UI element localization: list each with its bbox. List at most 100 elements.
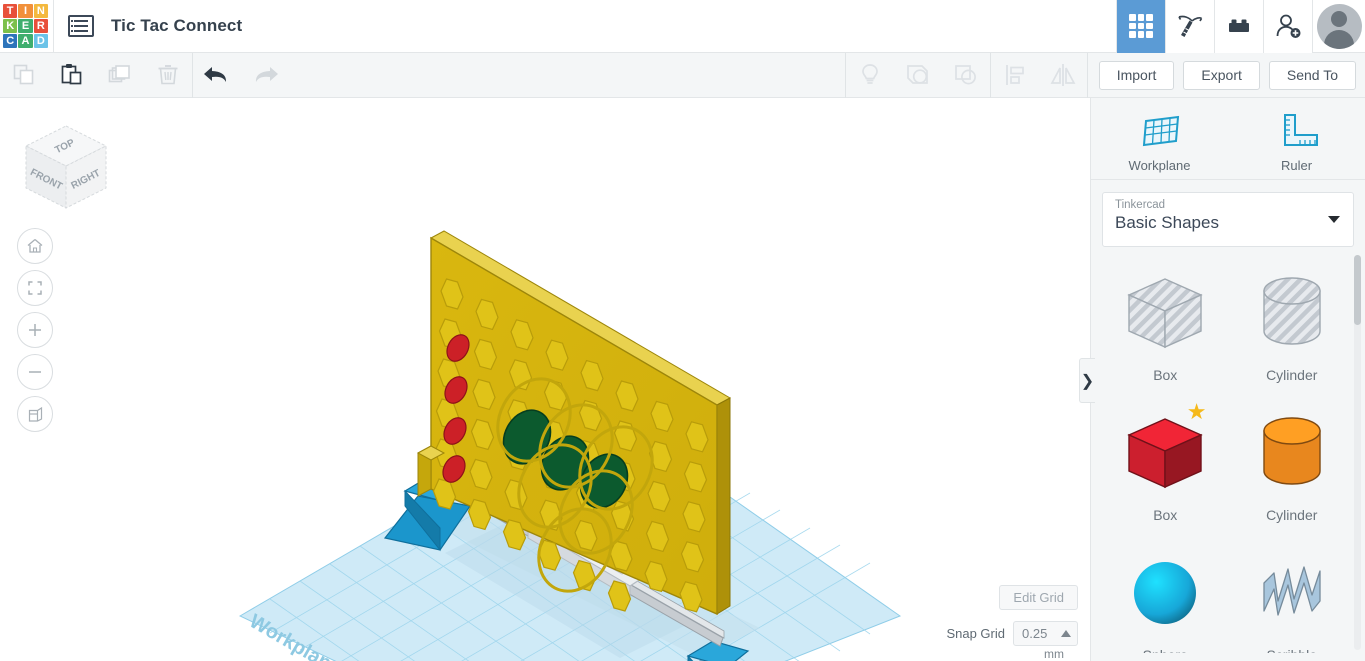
workplane-tool-label: Workplane: [1128, 157, 1191, 173]
align-button[interactable]: [991, 53, 1039, 98]
3d-scene[interactable]: Workplane: [0, 98, 1090, 661]
pickaxe-glyph: [1178, 15, 1203, 37]
sphere-preview-icon: [1134, 562, 1197, 624]
invite-people-icon[interactable]: [1263, 0, 1312, 53]
grid-controls: Edit Grid Snap Grid 0.25 mm: [928, 585, 1078, 661]
tinkercad-app: TINKERCAD Tic Tac Connect Import Export …: [0, 0, 1365, 661]
group-button[interactable]: [894, 53, 942, 98]
undo-icon: [204, 67, 227, 82]
shape-sphere[interactable]: Sphere: [1102, 533, 1229, 653]
logo-divider: [53, 0, 54, 53]
home-view-button[interactable]: [17, 228, 53, 264]
clipboard-tool-group: [0, 53, 192, 98]
shape-box-solid[interactable]: ★ Box: [1102, 393, 1229, 533]
paste-button[interactable]: [48, 53, 96, 98]
lightbulb-icon: [861, 64, 878, 84]
shape-library-select[interactable]: Tinkercad Basic Shapes: [1102, 192, 1354, 247]
history-tool-group: [193, 53, 289, 98]
lego-brick-icon[interactable]: [1214, 0, 1263, 53]
shape-label: Box: [1153, 367, 1178, 383]
workplane-tool[interactable]: Workplane: [1091, 98, 1228, 179]
design-menu-icon[interactable]: [68, 15, 94, 37]
shape-label: Sphere: [1143, 647, 1188, 653]
top-icon-group: [1116, 0, 1365, 53]
tinkercad-logo[interactable]: TINKERCAD: [3, 3, 48, 49]
box-preview-icon: [1127, 278, 1203, 349]
shape-label: Cylinder: [1266, 507, 1318, 523]
minecraft-pickaxe-icon[interactable]: [1165, 0, 1214, 53]
logo-tile-e: E: [18, 18, 33, 34]
shapes-panel: Workplane Ruler Tinkercad Basic Shapes B…: [1090, 98, 1365, 661]
logo-tile-a: A: [18, 34, 33, 49]
workplane-grid-icon: [1142, 115, 1179, 146]
panel-collapse-handle[interactable]: ❯: [1079, 358, 1095, 403]
minus-icon: [29, 371, 41, 373]
zoom-out-button[interactable]: [17, 354, 53, 390]
notes-button[interactable]: [846, 53, 894, 98]
shape-cylinder-solid[interactable]: Cylinder: [1229, 393, 1356, 533]
logo-tile-t: T: [3, 3, 18, 18]
edit-grid-button[interactable]: Edit Grid: [999, 585, 1078, 610]
view-mode-button[interactable]: [17, 396, 53, 432]
user-avatar[interactable]: [1312, 0, 1365, 53]
group-icon: [906, 65, 928, 84]
edit-toolbar: Import Export Send To: [0, 52, 1365, 98]
redo-button[interactable]: [241, 53, 289, 98]
featured-star-icon: ★: [1186, 399, 1207, 424]
library-group-label: Tinkercad: [1115, 199, 1166, 211]
snap-grid-unit: mm: [1044, 647, 1064, 661]
zoom-in-button[interactable]: [17, 312, 53, 348]
snap-grid-label: Snap Grid: [946, 626, 1005, 641]
logo-tile-c: C: [3, 34, 18, 49]
top-bar: TINKERCAD Tic Tac Connect: [0, 0, 1365, 53]
copy-button[interactable]: [0, 53, 48, 98]
logo-tile-n: N: [33, 3, 48, 18]
shape-box-hole[interactable]: Box: [1102, 253, 1229, 393]
view-cube[interactable]: TOP FRONT RIGHT: [14, 116, 118, 220]
undo-button[interactable]: [193, 53, 241, 98]
trash-icon: [158, 65, 178, 85]
user-add-glyph: [1276, 14, 1301, 38]
cylinder-preview-icon: [1263, 417, 1321, 485]
export-button[interactable]: Export: [1183, 60, 1260, 90]
file-action-group: Import Export Send To: [1098, 53, 1365, 98]
ungroup-icon: [954, 65, 976, 85]
shape-label: Box: [1153, 507, 1178, 523]
fit-to-view-button[interactable]: [17, 270, 53, 306]
mirror-icon: [1050, 64, 1076, 86]
ruler-icon: [1283, 113, 1318, 146]
delete-button[interactable]: [144, 53, 192, 98]
toolbar-divider-4: [1086, 52, 1088, 98]
fit-frame-icon: [28, 281, 42, 295]
snap-grid-row: Snap Grid 0.25: [946, 621, 1078, 646]
shape-list-scrollbar[interactable]: [1354, 255, 1361, 325]
plus-icon: [29, 324, 41, 336]
shape-scribble[interactable]: Scribble: [1229, 533, 1356, 653]
blocks-grid-icon[interactable]: [1116, 0, 1165, 53]
duplicate-button[interactable]: [96, 53, 144, 98]
caret-up-icon: [1061, 630, 1071, 637]
logo-tile-r: R: [33, 18, 48, 34]
snap-grid-select[interactable]: 0.25: [1013, 621, 1078, 646]
mirror-button[interactable]: [1039, 53, 1087, 98]
send-to-button[interactable]: Send To: [1268, 60, 1356, 90]
logo-tile-d: D: [33, 34, 48, 49]
ruler-tool[interactable]: Ruler: [1228, 98, 1365, 179]
3d-canvas[interactable]: Workplane TOP FRONT RIGHT Edit Grid Snap…: [0, 98, 1090, 661]
copy-icon: [13, 64, 34, 85]
duplicate-icon: [108, 65, 130, 83]
library-name-label: Basic Shapes: [1115, 213, 1219, 232]
avatar-image: [1316, 3, 1362, 49]
shape-cylinder-hole[interactable]: Cylinder: [1229, 253, 1356, 393]
panel-tools: Workplane Ruler: [1091, 98, 1365, 180]
view-nav-buttons: [17, 228, 53, 438]
shape-label: Scribble: [1266, 647, 1317, 653]
shape-label: Cylinder: [1266, 367, 1318, 383]
align-tool-group: [991, 53, 1087, 98]
ortho-perspective-icon: [28, 406, 42, 422]
import-button[interactable]: Import: [1098, 60, 1175, 90]
align-icon: [1005, 65, 1024, 85]
ungroup-button[interactable]: [942, 53, 990, 98]
cylinder-preview-icon: [1263, 277, 1321, 345]
logo-tile-i: I: [18, 3, 33, 18]
